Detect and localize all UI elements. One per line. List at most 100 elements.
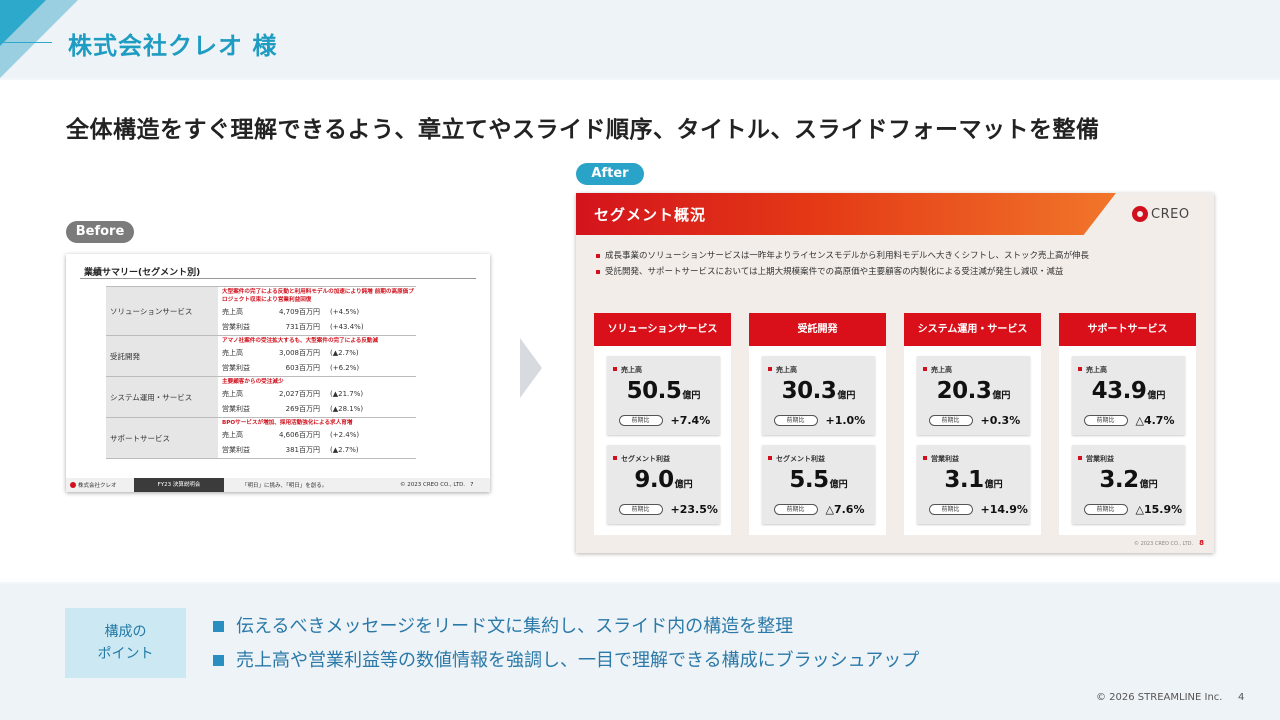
metric-label: 売上高 bbox=[768, 366, 797, 374]
points-label-line: ポイント bbox=[97, 646, 154, 662]
metric-value: 30.3 bbox=[781, 378, 837, 404]
metric-value: 3.1 bbox=[944, 467, 984, 493]
metric-value: 4,709百万円 bbox=[278, 307, 320, 316]
metric-change: +14.9% bbox=[980, 503, 1028, 516]
point-item: 売上高や営業利益等の数値情報を強調し、一目で理解できる構成にブラッシュアップ bbox=[212, 644, 919, 678]
metric-change: (+2.4%) bbox=[330, 430, 360, 439]
slide-page-number: 8 bbox=[1199, 539, 1204, 547]
metric-unit: 億円 bbox=[837, 391, 856, 401]
yoy-tag: 前期比 bbox=[1083, 504, 1128, 515]
metric-card: 売上高 20.3億円 前期比 +0.3% bbox=[917, 356, 1030, 435]
logo-mark-icon bbox=[1132, 206, 1148, 222]
metric-change: (▲21.7%) bbox=[330, 389, 364, 398]
page-headline: 全体構造をすぐ理解できるよう、章立てやスライド順序、タイトル、スライドフォーマッ… bbox=[66, 117, 1100, 143]
metric-value: 603百万円 bbox=[285, 363, 320, 372]
after-slide: セグメント概況 CREO 成長事業のソリューションサービスは一昨年よりライセンス… bbox=[576, 193, 1214, 553]
metric-value: 4,606百万円 bbox=[278, 430, 320, 439]
metric-value: 269百万円 bbox=[285, 404, 320, 413]
bullet-item: 成長事業のソリューションサービスは一昨年よりライセンスモデルから利用料モデルへ大… bbox=[596, 248, 1089, 264]
metric-change: +23.5% bbox=[670, 503, 718, 516]
segment-note: 大型案件の完了による反動と利用料モデルの加速により鈍増 前期の高原価プロジェクト… bbox=[222, 289, 414, 303]
segment-header: 受託開発 bbox=[749, 313, 886, 346]
segment-header: システム運用・サービス bbox=[904, 313, 1041, 346]
yoy-tag: 前期比 bbox=[618, 504, 663, 515]
metric-unit: 億円 bbox=[984, 480, 1003, 490]
yoy-tag: 前期比 bbox=[773, 415, 818, 426]
after-slide-title: セグメント概況 bbox=[594, 206, 707, 224]
table-row: 受託開発 アマノ社案件の受注拡大するも、大型案件の完了による反動減 売上高 3,0… bbox=[106, 335, 416, 376]
before-label: Before bbox=[66, 221, 134, 243]
metric-label: 営業利益 bbox=[923, 455, 959, 463]
metric-change: (▲2.7%) bbox=[330, 348, 359, 357]
page-number: 4 bbox=[1238, 692, 1245, 703]
yoy-tag: 前期比 bbox=[773, 504, 818, 515]
point-item: 伝えるべきメッセージをリード文に集約し、スライド内の構造を整理 bbox=[212, 610, 919, 644]
segment-card: サポートサービス 売上高 43.9億円 前期比 △4.7% 営業利益 3.2億円 … bbox=[1059, 313, 1196, 535]
segment-card: 受託開発 売上高 30.3億円 前期比 +1.0% セグメント利益 5.5億円 前… bbox=[749, 313, 886, 535]
metric-label: 営業利益 bbox=[222, 322, 250, 331]
table-row: サポートサービス BPOサービスが増加、採用活動強化による求人育増 売上高 4,6… bbox=[106, 417, 416, 459]
bullet-item: 受託開発、サポートサービスにおいては上期大規模案件での高原価や主要顧客の内製化に… bbox=[596, 264, 1089, 280]
metric-label: 営業利益 bbox=[1078, 455, 1114, 463]
metric-card: 営業利益 3.1億円 前期比 +14.9% bbox=[917, 445, 1030, 524]
after-slide-footer: © 2023 CREO CO., LTD. 8 bbox=[1134, 539, 1204, 547]
metric-change: △4.7% bbox=[1135, 414, 1175, 427]
metric-value: 3,008百万円 bbox=[278, 348, 320, 357]
segment-name: ソリューションサービス bbox=[106, 287, 218, 335]
segment-header: サポートサービス bbox=[1059, 313, 1196, 346]
copyright: © 2026 STREAMLINE Inc. bbox=[1096, 692, 1223, 703]
metric-card: セグメント利益 5.5億円 前期比 △7.6% bbox=[762, 445, 875, 524]
lead-bullets: 成長事業のソリューションサービスは一昨年よりライセンスモデルから利用料モデルへ大… bbox=[596, 248, 1089, 280]
metric-unit: 億円 bbox=[682, 391, 701, 401]
metric-value: 3.2 bbox=[1099, 467, 1139, 493]
metric-unit: 億円 bbox=[1139, 480, 1158, 490]
slide-copyright: © 2023 CREO CO., LTD. bbox=[1133, 541, 1194, 547]
yoy-tag: 前期比 bbox=[928, 415, 973, 426]
metric-unit: 億円 bbox=[674, 480, 693, 490]
metric-value: 2,027百万円 bbox=[278, 389, 320, 398]
segment-note: 主要顧客からの受注減少 bbox=[222, 379, 284, 385]
metric-value: 5.5 bbox=[789, 467, 829, 493]
metric-label: セグメント利益 bbox=[768, 455, 825, 463]
before-slide-title: 業績サマリー(セグメント別) bbox=[84, 268, 201, 278]
segment-card: ソリューションサービス 売上高 50.5億円 前期比 +7.4% セグメント利益 … bbox=[594, 313, 731, 535]
metric-label: 売上高 bbox=[613, 366, 642, 374]
metric-change: +7.4% bbox=[670, 414, 711, 427]
company-name: 株式会社クレオ bbox=[66, 481, 134, 489]
metric-value: 9.0 bbox=[634, 467, 674, 493]
metric-card: 売上高 50.5億円 前期比 +7.4% bbox=[607, 356, 720, 435]
before-table: ソリューションサービス 大型案件の完了による反動と利用料モデルの加速により鈍増 … bbox=[106, 286, 416, 459]
metric-change: (+4.5%) bbox=[330, 307, 360, 316]
metric-unit: 億円 bbox=[992, 391, 1011, 401]
segment-note: BPOサービスが増加、採用活動強化による求人育増 bbox=[222, 420, 353, 426]
metric-value: 381百万円 bbox=[285, 445, 320, 454]
metric-card: セグメント利益 9.0億円 前期比 +23.5% bbox=[607, 445, 720, 524]
after-label: After bbox=[576, 163, 644, 185]
arrow-right-icon bbox=[520, 338, 542, 398]
table-row: システム運用・サービス 主要顧客からの受注減少 売上高 2,027百万円 (▲21.… bbox=[106, 376, 416, 417]
metric-change: (+6.2%) bbox=[330, 363, 360, 372]
metric-value: 50.5 bbox=[626, 378, 682, 404]
points-list: 伝えるべきメッセージをリード文に集約し、スライド内の構造を整理 売上高や営業利益… bbox=[212, 610, 919, 678]
metric-change: (+43.4%) bbox=[330, 322, 364, 331]
slide-page-number: 7 bbox=[470, 482, 474, 488]
metric-label: 売上高 bbox=[1078, 366, 1107, 374]
corner-decoration-accent bbox=[0, 0, 46, 46]
metric-label: 営業利益 bbox=[222, 363, 250, 372]
metric-label: 営業利益 bbox=[222, 404, 250, 413]
metric-change: +0.3% bbox=[980, 414, 1021, 427]
event-name: FY23 決算説明会 bbox=[134, 478, 224, 492]
points-label: 構成の ポイント bbox=[65, 608, 186, 678]
yoy-tag: 前期比 bbox=[618, 415, 663, 426]
metric-label: 売上高 bbox=[923, 366, 952, 374]
metric-unit: 億円 bbox=[829, 480, 848, 490]
metric-label: 営業利益 bbox=[222, 445, 250, 454]
slide-copyright: © 2023 CREO CO., LTD. bbox=[400, 482, 466, 488]
metric-card: 売上高 43.9億円 前期比 △4.7% bbox=[1072, 356, 1185, 435]
yoy-tag: 前期比 bbox=[1083, 415, 1128, 426]
metric-change: △15.9% bbox=[1135, 503, 1183, 516]
table-row: ソリューションサービス 大型案件の完了による反動と利用料モデルの加速により鈍増 … bbox=[106, 286, 416, 335]
tagline: 「明日」に挑み、「明日」を創る。 bbox=[242, 483, 328, 489]
segment-note: アマノ社案件の受注拡大するも、大型案件の完了による反動減 bbox=[222, 338, 379, 344]
metric-card: 営業利益 3.2億円 前期比 △15.9% bbox=[1072, 445, 1185, 524]
